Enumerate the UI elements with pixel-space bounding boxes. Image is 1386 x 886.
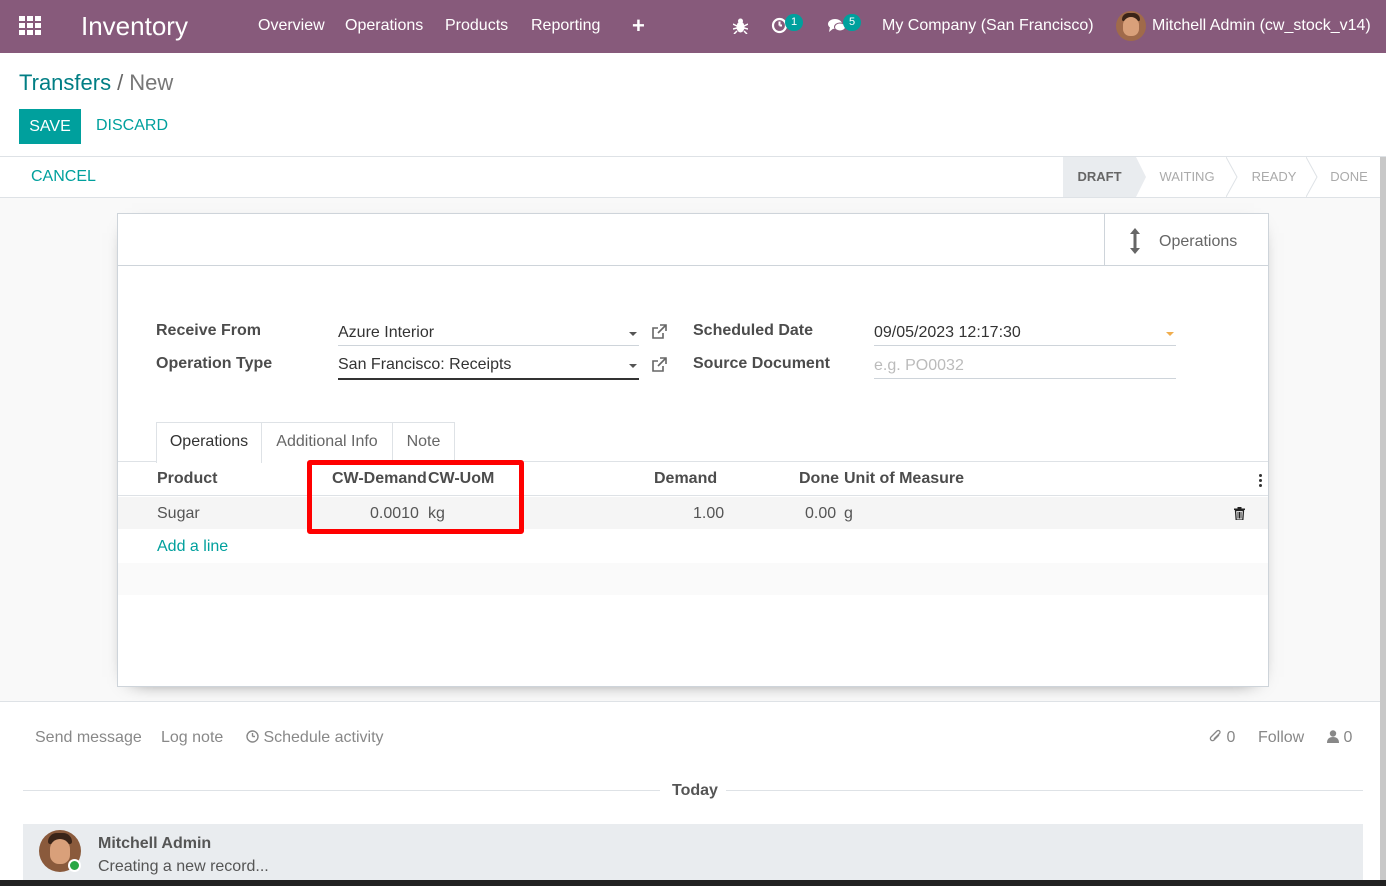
log-note-button[interactable]: Log note	[161, 729, 223, 747]
scheduled-date-field[interactable]: 09/05/2023 12:17:30	[874, 320, 1176, 346]
operation-type-field[interactable]: San Francisco: Receipts	[338, 352, 639, 380]
breadcrumb: Transfers / New	[19, 70, 173, 96]
optional-columns-icon[interactable]	[1259, 474, 1262, 487]
message-author[interactable]: Mitchell Admin	[98, 835, 211, 853]
message-count-badge: 5	[843, 14, 861, 31]
tab-note[interactable]: Note	[392, 422, 455, 462]
top-navbar: Inventory Overview Operations Products R…	[0, 0, 1386, 53]
user-icon	[1327, 730, 1339, 743]
external-link-icon[interactable]	[652, 324, 667, 339]
operation-type-label: Operation Type	[156, 355, 273, 372]
col-product[interactable]: Product	[157, 470, 217, 488]
company-switcher[interactable]: My Company (San Francisco)	[882, 17, 1094, 35]
attachments-count: 0	[1226, 729, 1236, 746]
external-link-icon[interactable]	[652, 357, 667, 372]
online-status-icon	[68, 859, 81, 872]
cancel-button[interactable]: CANCEL	[31, 168, 96, 186]
schedule-activity-label: Schedule activity	[263, 729, 384, 746]
save-button[interactable]: SAVE	[19, 109, 81, 144]
col-unit-of-measure[interactable]: Unit of Measure	[844, 470, 964, 488]
list-header: Product CW-Demand CW-UoM Demand Done Uni…	[118, 462, 1268, 496]
apps-menu-icon[interactable]	[19, 16, 41, 36]
empty-row	[118, 563, 1268, 595]
chatter-message: Mitchell Admin Creating a new record...	[23, 824, 1363, 886]
smart-button-box: Operations	[118, 214, 1268, 266]
source-document-label: Source Document	[693, 355, 830, 372]
status-ready[interactable]: READY	[1240, 157, 1308, 197]
arrows-v-icon	[1130, 228, 1140, 254]
date-divider-line	[726, 790, 1363, 791]
menu-overview[interactable]: Overview	[258, 17, 325, 35]
schedule-activity-button[interactable]: Schedule activity	[246, 729, 384, 747]
highlight-box	[307, 460, 524, 534]
source-document-field[interactable]: e.g. PO0032	[874, 353, 1176, 379]
status-arrow	[1226, 157, 1238, 197]
message-body: Creating a new record...	[98, 858, 269, 875]
col-done[interactable]: Done	[799, 470, 839, 488]
add-line-link[interactable]: Add a line	[157, 538, 228, 556]
clock-icon	[246, 730, 259, 743]
debug-bug-icon[interactable]	[733, 18, 748, 34]
window-bottom-edge	[0, 880, 1386, 886]
discard-button[interactable]: DISCARD	[96, 117, 168, 135]
breadcrumb-separator: /	[117, 70, 124, 95]
chevron-down-icon[interactable]	[629, 364, 637, 368]
menu-reporting[interactable]: Reporting	[531, 17, 600, 35]
follow-button[interactable]: Follow	[1258, 729, 1304, 747]
user-menu[interactable]: Mitchell Admin (cw_stock_v14)	[1152, 17, 1371, 35]
status-arrow	[1136, 157, 1146, 197]
menu-operations[interactable]: Operations	[345, 17, 423, 35]
user-avatar[interactable]	[1116, 11, 1146, 41]
form-sheet: Operations Receive From Azure Interior O…	[117, 213, 1269, 687]
breadcrumb-transfers[interactable]: Transfers	[19, 70, 111, 95]
send-message-button[interactable]: Send message	[35, 729, 142, 747]
status-arrow	[1306, 157, 1318, 197]
status-waiting[interactable]: WAITING	[1148, 157, 1226, 197]
scheduled-date-label: Scheduled Date	[693, 322, 814, 339]
operations-smart-button[interactable]: Operations	[1104, 214, 1268, 266]
cell-product[interactable]: Sugar	[157, 505, 200, 523]
add-menu-icon[interactable]: +	[632, 13, 645, 39]
scrollbar[interactable]	[1380, 157, 1386, 886]
attachments-button[interactable]: 0	[1209, 729, 1235, 747]
app-name[interactable]: Inventory	[81, 11, 188, 42]
tab-additional-info[interactable]: Additional Info	[261, 422, 393, 462]
chatter: Send message Log note Schedule activity …	[0, 701, 1380, 886]
calendar-caret-icon[interactable]	[1166, 332, 1174, 336]
cell-done[interactable]: 0.00	[805, 505, 836, 523]
chevron-down-icon[interactable]	[629, 332, 637, 336]
tab-operations[interactable]: Operations	[156, 422, 262, 463]
operation-type-value: San Francisco: Receipts	[338, 356, 512, 373]
activity-count-badge: 1	[785, 14, 803, 31]
cell-unit-of-measure[interactable]: g	[844, 505, 853, 523]
menu-products[interactable]: Products	[445, 17, 508, 35]
col-demand[interactable]: Demand	[654, 470, 717, 488]
source-document-placeholder: e.g. PO0032	[874, 357, 964, 374]
paperclip-icon	[1209, 729, 1221, 742]
form-statusbar: CANCEL DRAFT WAITING READY DONE	[0, 157, 1380, 198]
receive-from-field[interactable]: Azure Interior	[338, 320, 639, 346]
receive-from-value: Azure Interior	[338, 324, 435, 341]
scheduled-date-value: 09/05/2023 12:17:30	[874, 324, 1021, 341]
control-panel: Transfers / New SAVE DISCARD	[0, 53, 1386, 157]
receive-from-label: Receive From	[156, 322, 261, 339]
table-row[interactable]: Sugar 0.0010 kg 1.00 0.00 g	[118, 497, 1268, 529]
smart-button-label: Operations	[1159, 233, 1238, 250]
status-draft[interactable]: DRAFT	[1063, 157, 1136, 197]
trash-icon[interactable]	[1234, 507, 1245, 520]
cell-demand[interactable]: 1.00	[693, 505, 724, 523]
status-done[interactable]: DONE	[1320, 157, 1378, 197]
followers-count: 0	[1343, 729, 1353, 746]
breadcrumb-current: New	[129, 70, 174, 95]
date-divider-line	[23, 790, 660, 791]
date-separator: Today	[672, 782, 718, 799]
followers-button[interactable]: 0	[1327, 729, 1352, 747]
